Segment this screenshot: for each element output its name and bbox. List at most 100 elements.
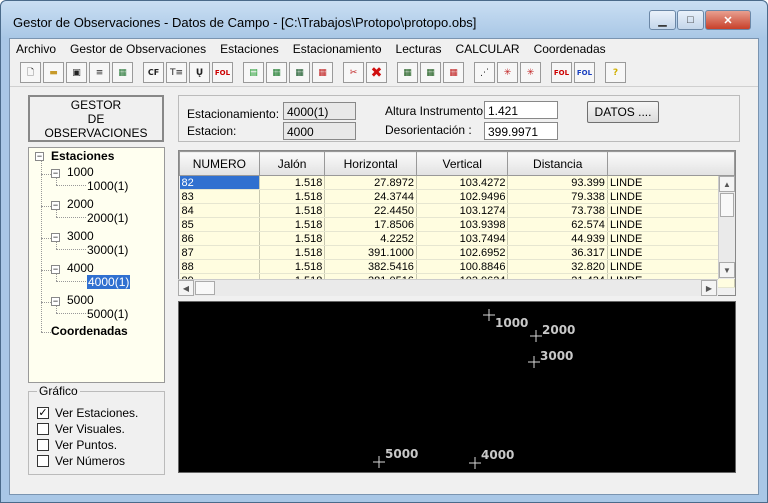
- tree-station-2000[interactable]: 2000: [67, 197, 94, 211]
- grid-horizontal-scrollbar[interactable]: ◀ ▶: [178, 279, 718, 296]
- cell-horizontal[interactable]: 22.4450: [324, 203, 417, 218]
- grid-red-button[interactable]: ▦: [312, 62, 333, 83]
- points-button[interactable]: ✳: [497, 62, 518, 83]
- table-row[interactable]: 84 1.518 22.4450 103.1274 73.738 LINDE: [179, 203, 735, 218]
- menu-estacionamiento[interactable]: Estacionamiento: [293, 42, 382, 56]
- cell-distancia[interactable]: 62.574: [507, 217, 608, 232]
- col-horizontal[interactable]: Horizontal: [324, 151, 417, 176]
- ver-estaciones-checkbox[interactable]: ✓ Ver Estaciones.: [37, 406, 138, 420]
- new-file-button[interactable]: 🗋: [20, 62, 41, 83]
- cell-vertical[interactable]: 102.9496: [416, 189, 509, 204]
- menu-lecturas[interactable]: Lecturas: [396, 42, 442, 56]
- cell-vertical[interactable]: 102.6952: [416, 245, 509, 260]
- col-descripcion[interactable]: [606, 151, 735, 176]
- close-button[interactable]: ✕: [705, 10, 751, 30]
- menu-coordenadas[interactable]: Coordenadas: [534, 42, 606, 56]
- cell-jalon[interactable]: 1.518: [259, 175, 326, 190]
- grid-vertical-scrollbar[interactable]: ▲ ▼: [718, 176, 735, 279]
- cell-horizontal[interactable]: 4.2252: [324, 231, 417, 246]
- save-button[interactable]: ▣: [66, 62, 87, 83]
- cell-jalon[interactable]: 1.518: [259, 259, 326, 274]
- cell-distancia[interactable]: 32.820: [507, 259, 608, 274]
- table-red-button[interactable]: ▦: [443, 62, 464, 83]
- cell-descripcion[interactable]: LINDE: [607, 175, 735, 190]
- cell-numero[interactable]: 85: [179, 217, 260, 232]
- tree-station-5000[interactable]: 5000: [67, 293, 94, 307]
- cell-horizontal[interactable]: 27.8972: [324, 175, 417, 190]
- cell-numero[interactable]: 83: [179, 189, 260, 204]
- delete-x-button[interactable]: ✖: [366, 62, 387, 83]
- table-row[interactable]: 87 1.518 391.1000 102.6952 36.317 LINDE: [179, 245, 735, 260]
- station-marker-3000[interactable]: 3000: [528, 349, 573, 368]
- table-row[interactable]: 85 1.518 17.8506 103.9398 62.574 LINDE: [179, 217, 735, 232]
- table-2-button[interactable]: ▦: [420, 62, 441, 83]
- grid-blue-button[interactable]: ▦: [289, 62, 310, 83]
- fol-red-button[interactable]: FOL: [551, 62, 572, 83]
- vertical-scroll-thumb[interactable]: [720, 193, 734, 217]
- cell-vertical[interactable]: 103.7494: [416, 231, 509, 246]
- cell-numero[interactable]: 86: [179, 231, 260, 246]
- station-marker-1000[interactable]: 1000: [483, 309, 528, 330]
- table-row[interactable]: 82 1.518 27.8972 103.4272 93.399 LINDE: [179, 175, 735, 190]
- cell-horizontal[interactable]: 382.5416: [324, 259, 417, 274]
- tree-setup-4000-1-selected[interactable]: 4000(1): [87, 275, 131, 289]
- tree-setup-3000-1[interactable]: 3000(1): [87, 243, 128, 257]
- station-marker-4000[interactable]: 4000: [469, 448, 514, 469]
- col-distancia[interactable]: Distancia: [507, 151, 608, 176]
- menu-archivo[interactable]: Archivo: [16, 42, 56, 56]
- cell-descripcion[interactable]: LINDE: [607, 217, 735, 232]
- cell-descripcion[interactable]: LINDE: [607, 259, 735, 274]
- table-row[interactable]: 86 1.518 4.2252 103.7494 44.939 LINDE: [179, 231, 735, 246]
- menu-estaciones[interactable]: Estaciones: [220, 42, 279, 56]
- cell-jalon[interactable]: 1.518: [259, 203, 326, 218]
- ver-visuales-checkbox[interactable]: Ver Visuales.: [37, 422, 125, 436]
- cell-vertical[interactable]: 103.1274: [416, 203, 509, 218]
- import-button[interactable]: ▦: [112, 62, 133, 83]
- cell-descripcion[interactable]: LINDE: [607, 245, 735, 260]
- cell-distancia[interactable]: 93.399: [507, 175, 608, 190]
- open-folder-button[interactable]: ▬: [43, 62, 64, 83]
- cell-horizontal[interactable]: 17.8506: [324, 217, 417, 232]
- minimize-button[interactable]: ▁: [649, 10, 676, 30]
- collapse-2000-icon[interactable]: −: [51, 201, 60, 210]
- cell-jalon[interactable]: 1.518: [259, 245, 326, 260]
- fol-button[interactable]: FOL: [212, 62, 233, 83]
- cell-jalon[interactable]: 1.518: [259, 217, 326, 232]
- cell-horizontal[interactable]: 391.1000: [324, 245, 417, 260]
- tree-setup-5000-1[interactable]: 5000(1): [87, 307, 128, 321]
- cell-descripcion[interactable]: LINDE: [607, 203, 735, 218]
- cell-descripcion[interactable]: LINDE: [607, 231, 735, 246]
- cell-distancia[interactable]: 44.939: [507, 231, 608, 246]
- u-format-button[interactable]: Ų: [189, 62, 210, 83]
- table-button[interactable]: ▦: [397, 62, 418, 83]
- collapse-1000-icon[interactable]: −: [51, 169, 60, 178]
- list-green-button[interactable]: ▤: [243, 62, 264, 83]
- horizontal-scroll-thumb[interactable]: [195, 281, 215, 295]
- col-numero[interactable]: NUMERO: [179, 151, 260, 176]
- maximize-button[interactable]: □: [677, 10, 704, 30]
- cell-jalon[interactable]: 1.518: [259, 189, 326, 204]
- scroll-down-button[interactable]: ▼: [719, 262, 735, 278]
- tree-station-3000[interactable]: 3000: [67, 229, 94, 243]
- compass-button[interactable]: ✂: [343, 62, 364, 83]
- collapse-5000-icon[interactable]: −: [51, 297, 60, 306]
- collapse-4000-icon[interactable]: −: [51, 265, 60, 274]
- cell-numero[interactable]: 88: [179, 259, 260, 274]
- text-file-button[interactable]: T≡: [166, 62, 187, 83]
- cell-distancia[interactable]: 73.738: [507, 203, 608, 218]
- cell-numero[interactable]: 84: [179, 203, 260, 218]
- menu-calcular[interactable]: CALCULAR: [456, 42, 520, 56]
- cell-numero[interactable]: 87: [179, 245, 260, 260]
- scroll-left-button[interactable]: ◀: [178, 280, 194, 296]
- col-jalon[interactable]: Jalón: [258, 151, 326, 176]
- help-button[interactable]: ?: [605, 62, 626, 83]
- cell-vertical[interactable]: 103.9398: [416, 217, 509, 232]
- cell-jalon[interactable]: 1.518: [259, 231, 326, 246]
- cell-distancia[interactable]: 36.317: [507, 245, 608, 260]
- altura-input[interactable]: 1.421: [484, 101, 558, 119]
- cell-horizontal[interactable]: 24.3744: [324, 189, 417, 204]
- station-marker-2000[interactable]: 2000: [530, 323, 575, 342]
- cell-numero[interactable]: 82: [179, 175, 260, 190]
- grid-green-button[interactable]: ▦: [266, 62, 287, 83]
- menu-gestor[interactable]: Gestor de Observaciones: [70, 42, 206, 56]
